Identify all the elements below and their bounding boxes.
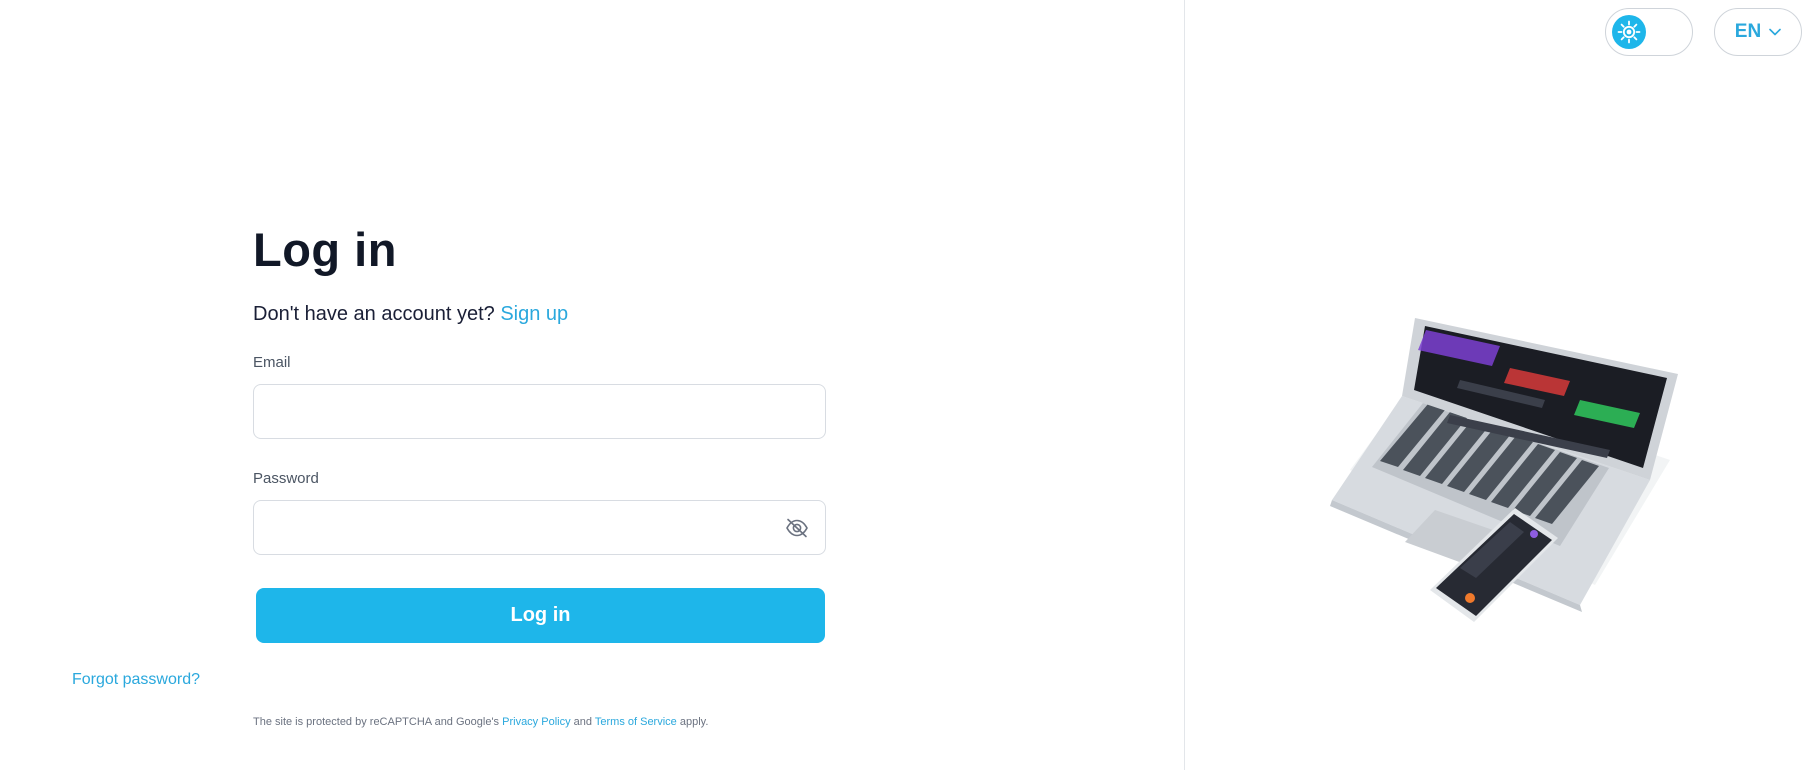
password-field-box (253, 500, 826, 555)
laptop-phone-illustration (1330, 318, 1678, 622)
privacy-policy-link[interactable]: Privacy Policy (502, 716, 570, 728)
signup-link[interactable]: Sign up (500, 303, 568, 325)
recaptcha-note: The site is protected by reCAPTCHA and G… (253, 716, 708, 728)
eye-off-icon[interactable] (783, 515, 811, 541)
language-selector[interactable]: EN (1714, 8, 1802, 56)
recaptcha-prefix: The site is protected by reCAPTCHA and G… (253, 716, 500, 728)
login-button[interactable]: Log in (256, 588, 825, 643)
theme-toggle[interactable] (1605, 8, 1693, 56)
recaptcha-suffix: apply. (679, 716, 709, 728)
password-field[interactable] (254, 501, 825, 554)
signup-prompt-text: Don't have an account yet? (253, 303, 495, 325)
sun-icon (1612, 15, 1646, 49)
page-title: Log in (253, 223, 397, 276)
chevron-down-icon (1769, 23, 1782, 41)
signup-prompt: Don't have an account yet? Sign up (253, 303, 568, 326)
email-label: Email (253, 354, 291, 371)
language-code: EN (1734, 21, 1762, 42)
login-panel: Log in Don't have an account yet? Sign u… (0, 0, 1184, 770)
forgot-password-link[interactable]: Forgot password? (72, 671, 200, 689)
terms-of-service-link[interactable]: Terms of Service (595, 716, 677, 728)
email-field[interactable] (254, 385, 825, 438)
password-label: Password (253, 470, 319, 487)
recaptcha-and: and (573, 716, 593, 728)
email-field-box (253, 384, 826, 439)
